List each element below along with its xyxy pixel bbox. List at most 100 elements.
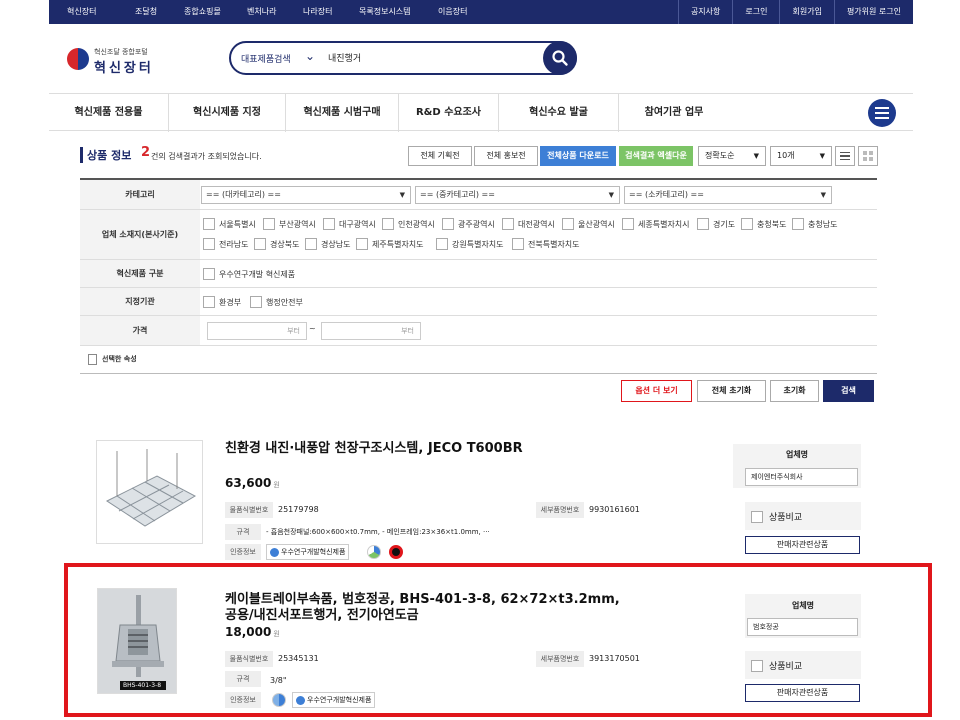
- topnav-innovation-market[interactable]: 혁신장터: [67, 0, 96, 24]
- region-checkbox-gangwon[interactable]: 강원특별자치도: [436, 238, 504, 250]
- checkbox[interactable]: [203, 268, 215, 280]
- agency-checkbox-mois[interactable]: 행정안전부: [250, 296, 303, 308]
- topnav-login[interactable]: 로그인: [732, 0, 779, 24]
- region-checkbox-chungbuk[interactable]: 충청북도: [741, 218, 786, 230]
- filter-row-agency: 지정기관 환경부 행정안전부: [80, 288, 877, 316]
- menu-demand-discovery[interactable]: 혁신수요 발굴: [499, 94, 619, 132]
- region-checkbox-gyeongnam[interactable]: 경상남도: [305, 238, 350, 250]
- checkbox[interactable]: [203, 238, 215, 250]
- list-view-icon[interactable]: [835, 146, 855, 166]
- region-sejong-label: 세종특별자치시: [638, 219, 690, 229]
- checkbox[interactable]: [203, 296, 215, 308]
- checkbox[interactable]: [203, 218, 215, 230]
- topnav-venture[interactable]: 벤처나라: [247, 0, 276, 24]
- region-checkbox-incheon[interactable]: 인천광역시: [382, 218, 435, 230]
- region-label: 업체 소재지(본사기준): [80, 210, 200, 259]
- region-chungbuk-label: 충청북도: [757, 219, 787, 229]
- region-checkbox-daejeon[interactable]: 대전광역시: [502, 218, 555, 230]
- more-options-button[interactable]: 옵션 더 보기: [621, 380, 692, 402]
- search-button[interactable]: [543, 41, 577, 75]
- product-name[interactable]: 친환경 내진·내풍압 천장구조시스템, JECO T600BR: [225, 441, 523, 457]
- region-gangwon-label: 강원특별자치도: [452, 239, 504, 249]
- document-icon: [88, 354, 97, 365]
- hamburger-menu-icon[interactable]: [868, 99, 896, 127]
- topnav-pps[interactable]: 조달청: [135, 0, 157, 24]
- checkbox[interactable]: [741, 218, 753, 230]
- checkbox[interactable]: [356, 238, 368, 250]
- reset-all-button[interactable]: 전체 초기화: [697, 380, 766, 402]
- region-checkbox-gyeonggi[interactable]: 경기도: [697, 218, 735, 230]
- price-from-input[interactable]: 부터: [207, 322, 307, 340]
- caret-down-icon: ▼: [399, 191, 405, 199]
- topnav-narajangteo[interactable]: 나라장터: [303, 0, 332, 24]
- topnav-evaluator-login[interactable]: 평가위원 로그인: [833, 0, 913, 24]
- middle-category-select[interactable]: == (중카테고리) == ▼: [415, 186, 620, 204]
- checkbox[interactable]: [436, 238, 448, 250]
- region-checkbox-busan[interactable]: 부산광역시: [263, 218, 316, 230]
- topnav-notice[interactable]: 공지사항: [677, 0, 732, 24]
- all-exhibitions-button[interactable]: 전체 기획전: [408, 146, 472, 166]
- seller-products-button[interactable]: 판매자관련상품: [745, 536, 860, 554]
- checkbox[interactable]: [323, 218, 335, 230]
- site-logo[interactable]: 혁신조달 종합포털 혁신장터: [67, 45, 177, 77]
- excel-download-button[interactable]: 검색결과 엑셀다운: [619, 146, 693, 166]
- product-image[interactable]: [96, 440, 203, 544]
- checkbox[interactable]: [305, 238, 317, 250]
- checkbox[interactable]: [792, 218, 804, 230]
- grid-view-icon[interactable]: [858, 146, 878, 166]
- checkbox[interactable]: [250, 296, 262, 308]
- region-checkbox-daegu[interactable]: 대구광역시: [323, 218, 376, 230]
- compare-checkbox[interactable]: 상품비교: [751, 510, 802, 523]
- region-checkbox-jeonnam[interactable]: 전라남도: [203, 238, 248, 250]
- checkbox[interactable]: [562, 218, 574, 230]
- menu-pilot-purchase[interactable]: 혁신제품 시범구매: [286, 94, 399, 132]
- checkbox[interactable]: [622, 218, 634, 230]
- region-gyeongnam-label: 경상남도: [321, 239, 351, 249]
- caret-down-icon: ▼: [753, 152, 759, 160]
- region-checkbox-chungnam[interactable]: 충청남도: [792, 218, 837, 230]
- agency-checkbox-env[interactable]: 환경부: [203, 296, 241, 308]
- topnav-shopping-mall[interactable]: 종합쇼핑몰: [184, 0, 221, 24]
- search-submit-button[interactable]: 검색: [823, 380, 874, 402]
- checkbox[interactable]: [751, 510, 763, 523]
- checkbox[interactable]: [263, 218, 275, 230]
- checkbox[interactable]: [697, 218, 709, 230]
- search-category-select[interactable]: 대표제품검색: [241, 52, 291, 65]
- vendor-panel: 업체명 제이엔터주식회사: [733, 444, 861, 488]
- menu-prototype-designation[interactable]: 혁신시제품 지정: [169, 94, 286, 132]
- checkbox[interactable]: [442, 218, 454, 230]
- all-promotions-button[interactable]: 전체 홍보전: [474, 146, 538, 166]
- topnav-ieum[interactable]: 이음장터: [438, 0, 467, 24]
- minor-category-select[interactable]: == (소카테고리) == ▼: [624, 186, 832, 204]
- region-checkbox-jeju[interactable]: 제주특별자치도: [356, 238, 424, 250]
- region-checkbox-ulsan[interactable]: 울산광역시: [562, 218, 615, 230]
- menu-rnd-survey[interactable]: R&D 수요조사: [399, 94, 499, 132]
- region-checkbox-jeonbuk[interactable]: 전북특별자치도: [512, 238, 580, 250]
- download-all-button[interactable]: 전체상품 다운로드: [540, 146, 616, 166]
- region-checkbox-seoul[interactable]: 서울특별시: [203, 218, 256, 230]
- detail-code-value: 9930161601: [589, 505, 640, 514]
- price-to-input[interactable]: 부터: [321, 322, 421, 340]
- menu-innovation-mall[interactable]: 혁신제품 전용몰: [49, 94, 169, 132]
- checkbox[interactable]: [512, 238, 524, 250]
- currency-unit: 원: [273, 481, 280, 489]
- reset-button[interactable]: 초기화: [770, 380, 819, 402]
- checkbox[interactable]: [502, 218, 514, 230]
- region-checkbox-sejong[interactable]: 세종특별자치시: [622, 218, 690, 230]
- checkbox[interactable]: [254, 238, 266, 250]
- region-checkbox-gwangju[interactable]: 광주광역시: [442, 218, 495, 230]
- topnav-signup[interactable]: 회원가입: [779, 0, 833, 24]
- checkbox[interactable]: [382, 218, 394, 230]
- sort-select[interactable]: 정확도순 ▼: [698, 146, 766, 166]
- chevron-down-icon[interactable]: ⌄: [305, 49, 315, 63]
- per-page-select[interactable]: 10개 ▼: [770, 146, 832, 166]
- topnav-catalog[interactable]: 목록정보시스템: [359, 0, 411, 24]
- agency-env-label: 환경부: [219, 297, 242, 307]
- type-checkbox-rnd[interactable]: 우수연구개발 혁신제품: [203, 268, 295, 280]
- region-checkbox-gyeongbuk[interactable]: 경상북도: [254, 238, 299, 250]
- filter-row-selected: 선택한 속성: [80, 346, 877, 374]
- major-category-select[interactable]: == (대카테고리) == ▼: [201, 186, 411, 204]
- filter-row-product-type: 혁신제품 구분 우수연구개발 혁신제품: [80, 260, 877, 288]
- search-input[interactable]: [328, 52, 528, 62]
- menu-agency-work[interactable]: 참여기관 업무: [619, 94, 729, 132]
